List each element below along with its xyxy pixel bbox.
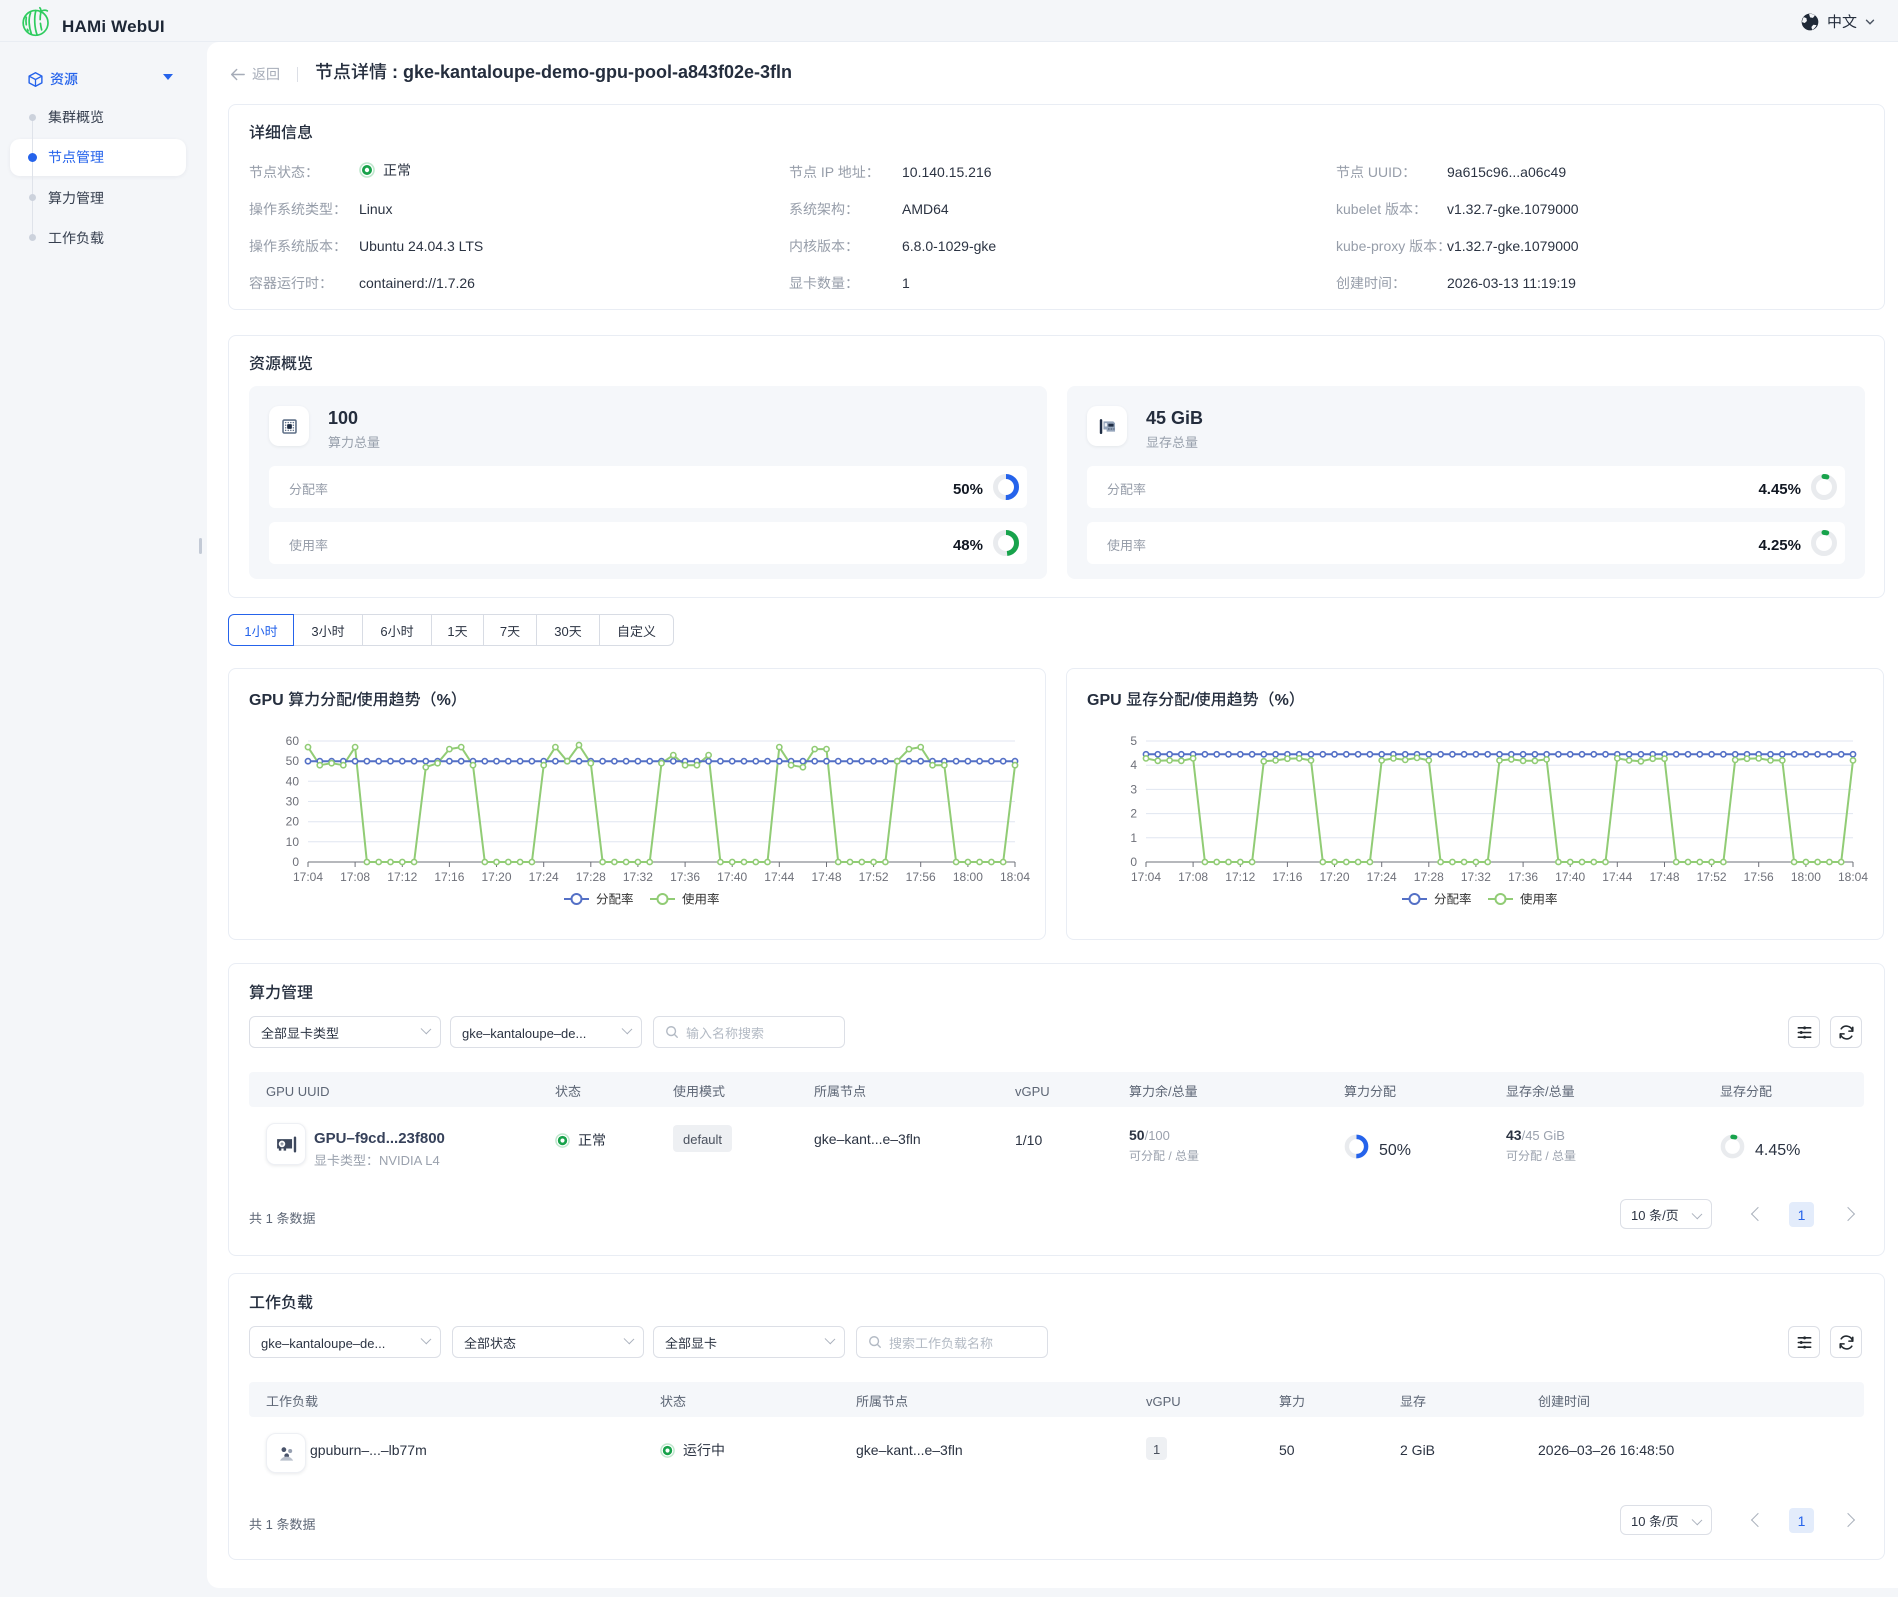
svg-text:17:20: 17:20 [1319, 870, 1349, 884]
svg-text:17:16: 17:16 [1272, 870, 1302, 884]
svg-text:17:52: 17:52 [1697, 870, 1727, 884]
svg-text:17:52: 17:52 [859, 870, 889, 884]
svg-text:17:12: 17:12 [387, 870, 417, 884]
svg-text:17:12: 17:12 [1225, 870, 1255, 884]
svg-text:17:40: 17:40 [1555, 870, 1585, 884]
svg-text:0: 0 [292, 855, 299, 869]
svg-text:17:04: 17:04 [293, 870, 323, 884]
svg-text:10: 10 [286, 835, 300, 849]
svg-text:30: 30 [286, 795, 300, 809]
svg-text:17:24: 17:24 [529, 870, 559, 884]
svg-text:17:20: 17:20 [481, 870, 511, 884]
svg-text:17:56: 17:56 [906, 870, 936, 884]
svg-text:60: 60 [286, 734, 300, 748]
svg-text:18:00: 18:00 [1791, 870, 1821, 884]
svg-text:17:40: 17:40 [717, 870, 747, 884]
svg-text:17:32: 17:32 [623, 870, 653, 884]
svg-text:17:44: 17:44 [1602, 870, 1632, 884]
svg-text:0: 0 [1130, 855, 1137, 869]
svg-text:4: 4 [1130, 758, 1137, 772]
svg-text:17:36: 17:36 [670, 870, 700, 884]
svg-text:17:28: 17:28 [1414, 870, 1444, 884]
svg-text:17:08: 17:08 [1178, 870, 1208, 884]
svg-text:分配率: 分配率 [596, 889, 634, 908]
svg-text:分配率: 分配率 [1434, 889, 1472, 908]
svg-text:17:28: 17:28 [576, 870, 606, 884]
svg-text:17:44: 17:44 [764, 870, 794, 884]
svg-text:5: 5 [1130, 734, 1137, 748]
svg-text:使用率: 使用率 [682, 889, 720, 908]
svg-text:17:04: 17:04 [1131, 870, 1161, 884]
svg-text:20: 20 [286, 815, 300, 829]
svg-text:18:04: 18:04 [1838, 870, 1868, 884]
svg-text:18:04: 18:04 [1000, 870, 1030, 884]
svg-text:40: 40 [286, 774, 300, 788]
svg-text:17:08: 17:08 [340, 870, 370, 884]
svg-text:1: 1 [1130, 831, 1137, 845]
svg-text:17:48: 17:48 [811, 870, 841, 884]
svg-text:17:36: 17:36 [1508, 870, 1538, 884]
svg-text:17:32: 17:32 [1461, 870, 1491, 884]
svg-text:18:00: 18:00 [953, 870, 983, 884]
svg-text:17:16: 17:16 [434, 870, 464, 884]
svg-text:使用率: 使用率 [1520, 889, 1558, 908]
svg-text:17:24: 17:24 [1367, 870, 1397, 884]
svg-text:17:56: 17:56 [1744, 870, 1774, 884]
svg-text:17:48: 17:48 [1649, 870, 1679, 884]
svg-text:50: 50 [286, 754, 300, 768]
svg-text:3: 3 [1130, 782, 1137, 796]
svg-text:2: 2 [1130, 807, 1137, 821]
